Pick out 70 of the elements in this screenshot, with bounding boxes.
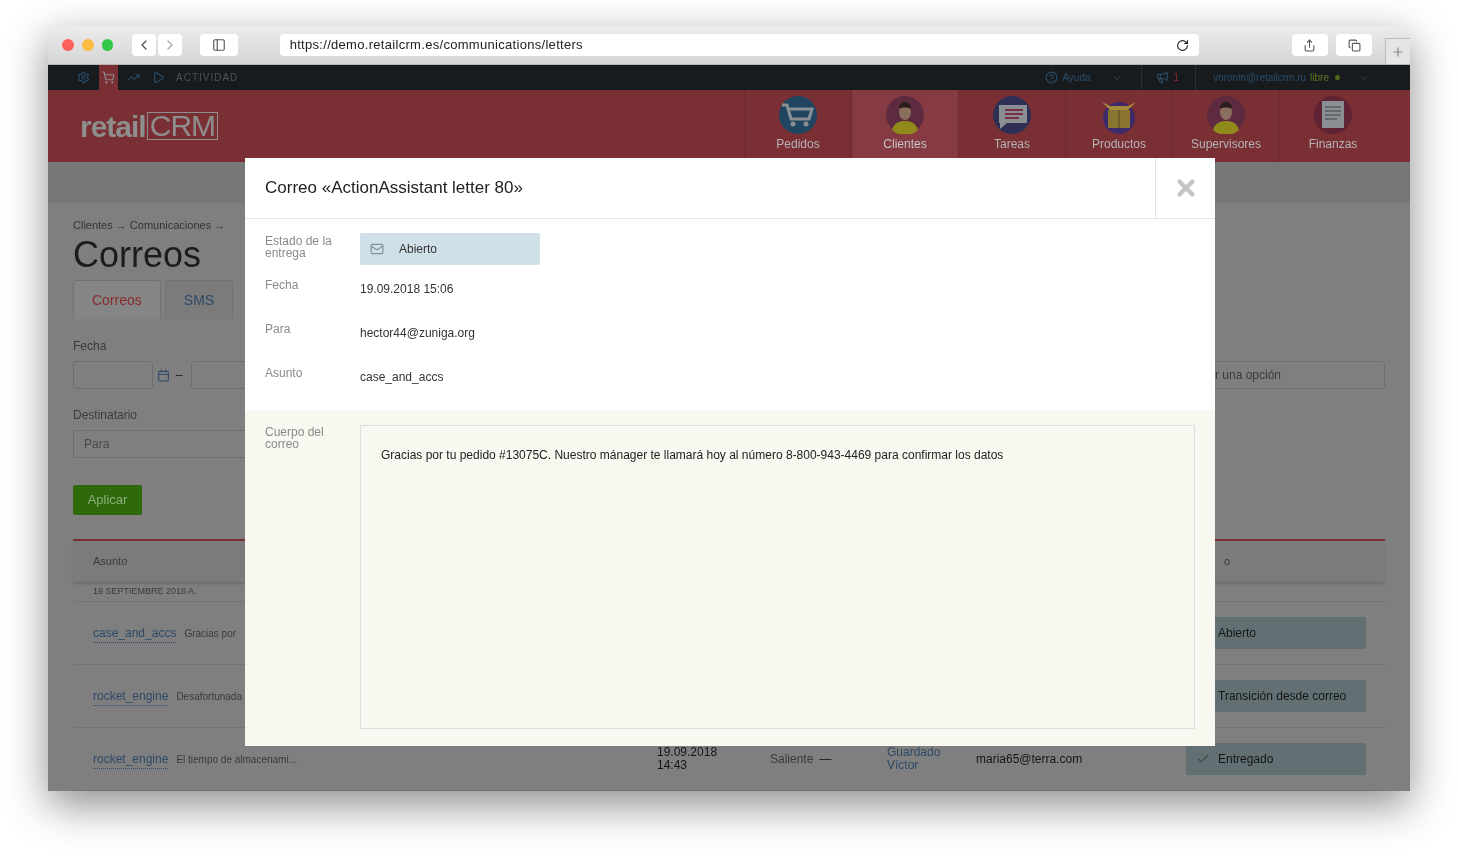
person-icon <box>1207 96 1245 134</box>
megaphone-icon[interactable] <box>1155 71 1169 84</box>
notification-count: 1 <box>1173 71 1180 85</box>
forward-button[interactable] <box>158 34 183 56</box>
tabs-icon <box>1347 38 1361 52</box>
tab[interactable]: SMS <box>164 280 234 319</box>
empty-dash: — <box>819 751 832 768</box>
url-text: https://demo.retailcrm.es/communications/letters <box>289 36 584 55</box>
logo[interactable]: retailCRM <box>80 90 219 163</box>
breadcrumb: Clientes → Comunicaciones → <box>73 217 226 233</box>
field-label: Asunto <box>265 367 304 379</box>
field-label: Estado de la entrega <box>265 235 333 259</box>
new-tab-button[interactable] <box>1385 38 1410 64</box>
field-label: Para <box>265 323 292 335</box>
help-icon[interactable] <box>1045 71 1059 84</box>
document-icon <box>1314 96 1352 134</box>
preview-text: Gracias por <box>184 626 237 641</box>
calendar-icon[interactable] <box>157 368 170 382</box>
dialog-title: Correo «ActionAssistant letter 80» <box>264 177 524 200</box>
envelope-icon <box>370 242 384 256</box>
manager-link[interactable]: Guardado Víctor <box>887 746 976 772</box>
sidebar-button[interactable] <box>200 34 238 56</box>
settings-icon <box>77 71 90 84</box>
field-label: Fecha <box>265 279 300 291</box>
minimize-window-icon[interactable] <box>81 39 94 51</box>
check-icon <box>1196 752 1210 766</box>
page-title: Correos <box>73 235 202 275</box>
cart-icon <box>102 71 115 84</box>
nav-item[interactable]: Finanzas <box>1279 90 1386 163</box>
column-header: Asunto <box>93 554 128 570</box>
tabs-button[interactable] <box>1336 34 1373 56</box>
email-text: maria65@terra.com <box>976 752 1083 766</box>
direction-text: Saliente <box>770 751 814 768</box>
share-button[interactable] <box>1291 34 1329 56</box>
tab[interactable]: Correos <box>73 280 161 319</box>
field-value: case_and_accs <box>360 369 444 386</box>
user-email[interactable]: voronin@retailcrm.ru <box>1213 70 1307 85</box>
address-bar[interactable]: https://demo.retailcrm.es/communications/letters <box>279 34 1199 56</box>
preview-text: El tiempo de almacenami... <box>176 752 297 767</box>
chart-icon <box>127 71 140 84</box>
date-text: 19.09.2018 14:43 <box>657 746 719 772</box>
close-window-icon[interactable] <box>62 39 74 51</box>
range-dash: – <box>176 367 183 384</box>
field-label: Destinatario <box>73 407 139 424</box>
person-icon <box>886 96 924 134</box>
message-text: Gracias por tu pedido #13075C. Nuestro mánager te llamará hoy al número 8-800-943-4469 para confirmar los datos <box>381 448 1004 462</box>
back-button[interactable] <box>132 34 157 56</box>
sidebar-icon <box>212 38 226 52</box>
status-badge: Abierto <box>360 233 540 265</box>
field-value: hector44@zuniga.org <box>360 325 475 342</box>
field-value: 19.09.2018 15:06 <box>360 281 454 298</box>
share-icon <box>1303 38 1317 52</box>
field-label: Cuerpo del correo <box>265 426 325 453</box>
subject-link[interactable]: rocket_engine <box>93 749 169 769</box>
help-link[interactable]: Ayuda <box>1062 70 1091 85</box>
plus-icon <box>1391 44 1406 59</box>
subject-link[interactable]: rocket_engine <box>93 686 169 706</box>
preview-text: Desafortunada <box>176 689 242 704</box>
toolbar-button[interactable] <box>99 65 118 90</box>
maximize-window-icon[interactable] <box>101 39 114 51</box>
status-badge: Entregado <box>1186 743 1366 775</box>
subject-link[interactable]: case_and_accs <box>93 623 177 643</box>
reload-icon[interactable] <box>1175 38 1189 52</box>
apply-button[interactable]: Aplicar <box>73 485 142 515</box>
field-label: Fecha <box>73 338 108 355</box>
section-label: ACTIVIDAD <box>176 71 239 85</box>
plan-label: libre <box>1310 71 1329 85</box>
cart-icon <box>779 96 817 134</box>
play-icon <box>152 71 165 84</box>
chat-icon <box>993 96 1031 134</box>
